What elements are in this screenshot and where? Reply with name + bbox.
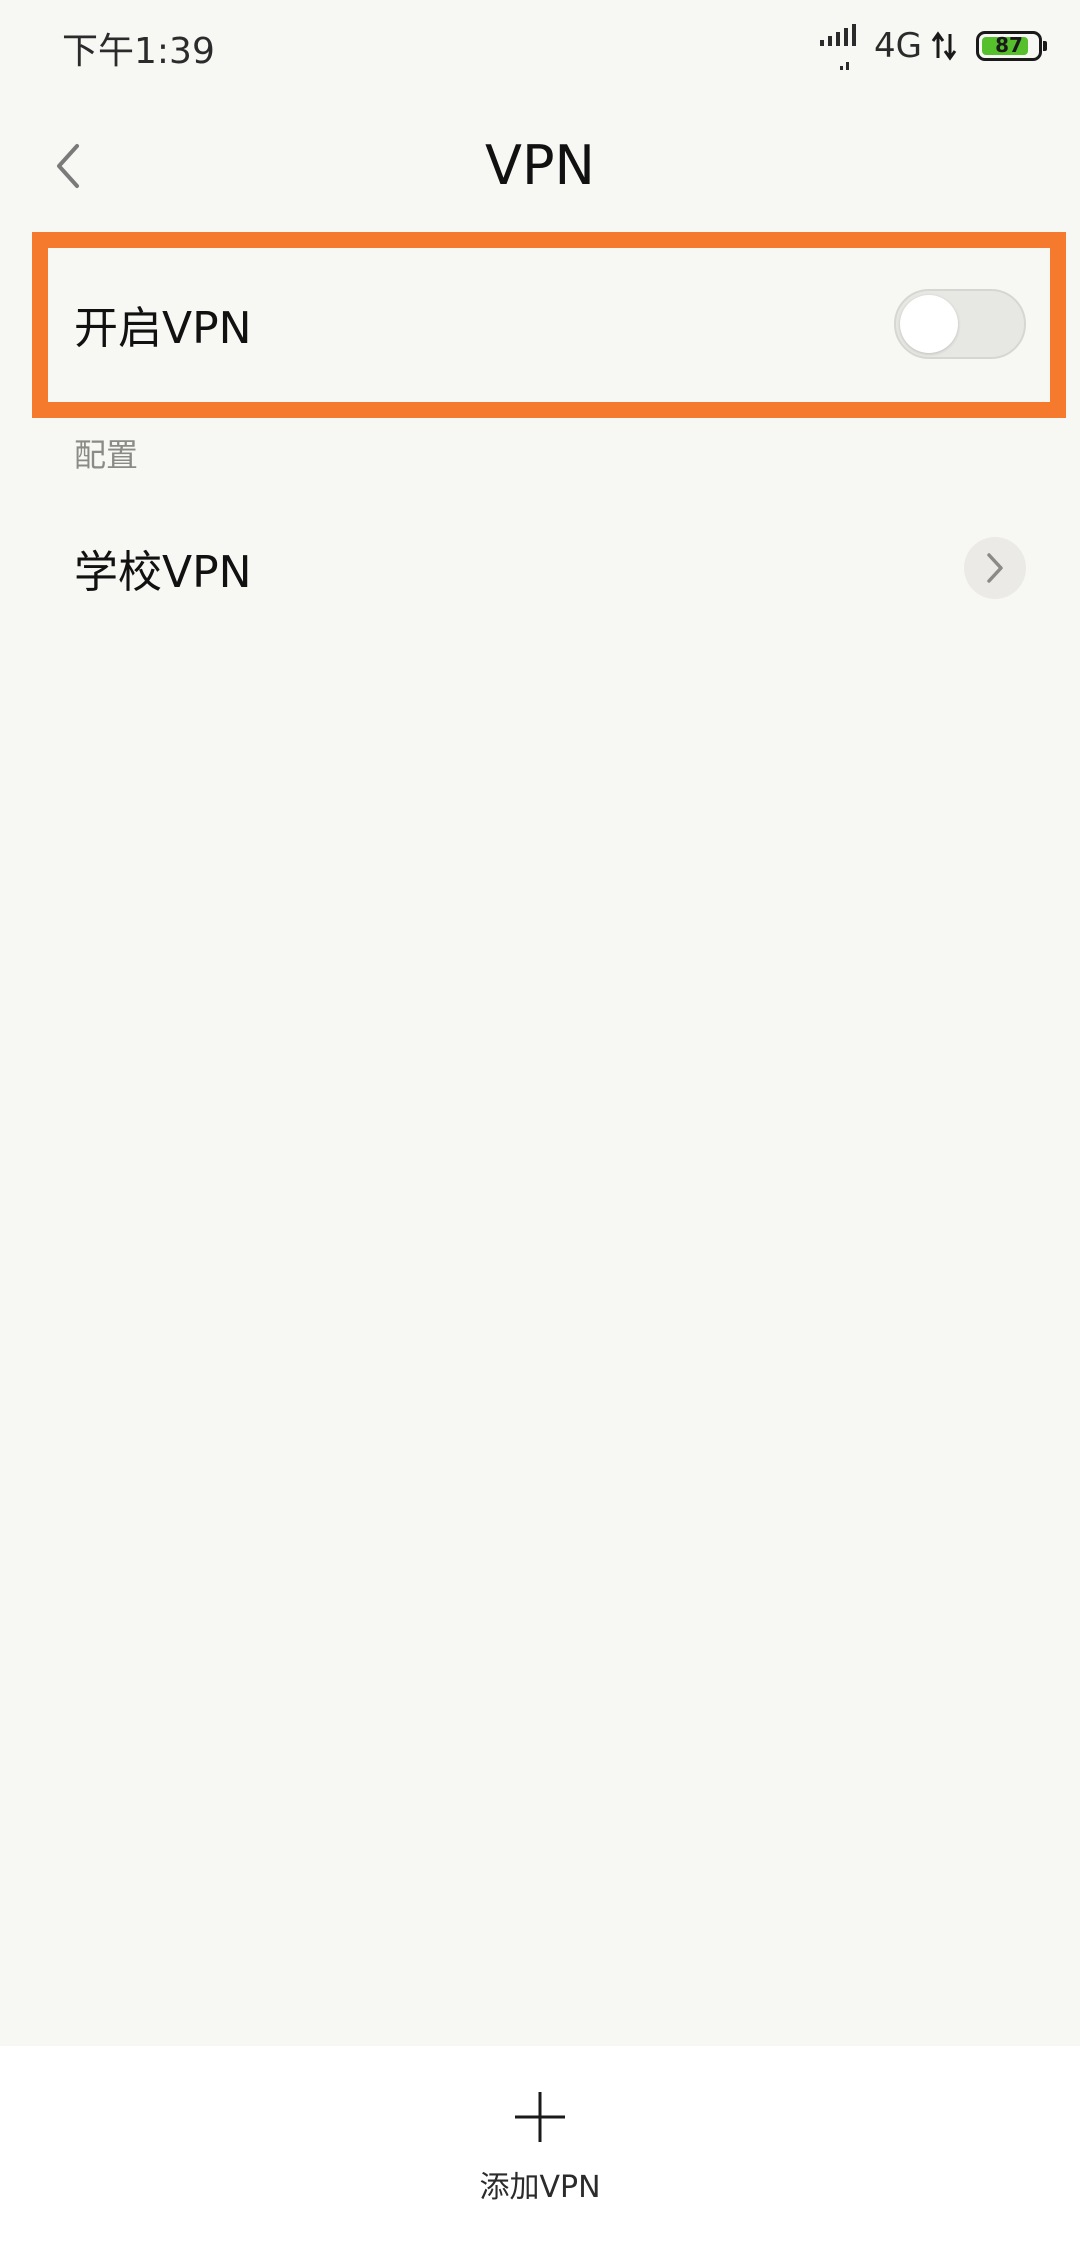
switch-knob bbox=[900, 295, 958, 353]
signal-icon bbox=[818, 18, 862, 74]
config-item-school-vpn[interactable]: 学校VPN bbox=[74, 508, 1026, 628]
data-arrows-icon bbox=[930, 28, 958, 64]
battery-icon: 87 bbox=[976, 31, 1047, 61]
status-time: 下午1:39 bbox=[62, 31, 215, 72]
battery-level: 87 bbox=[995, 33, 1023, 57]
add-vpn-button[interactable]: 添加VPN bbox=[430, 2090, 650, 2240]
config-item-label: 学校VPN bbox=[74, 547, 252, 598]
header: VPN bbox=[0, 110, 1080, 230]
chevron-right-icon bbox=[964, 537, 1026, 599]
vpn-toggle-row[interactable]: 开启VPN bbox=[74, 260, 1026, 388]
section-header-config: 配置 bbox=[74, 436, 139, 474]
page-title: VPN bbox=[485, 134, 595, 197]
vpn-toggle-label: 开启VPN bbox=[74, 303, 252, 354]
plus-icon bbox=[513, 2090, 567, 2148]
status-bar: 下午1:39 4G 87 bbox=[0, 0, 1080, 92]
status-icons: 4G 87 bbox=[818, 18, 1047, 74]
vpn-toggle-switch[interactable] bbox=[894, 289, 1026, 359]
add-vpn-label: 添加VPN bbox=[479, 2170, 601, 2205]
battery-cap bbox=[1043, 41, 1047, 51]
bottom-bar: 添加VPN bbox=[0, 2046, 1080, 2248]
network-type: 4G bbox=[874, 26, 922, 66]
